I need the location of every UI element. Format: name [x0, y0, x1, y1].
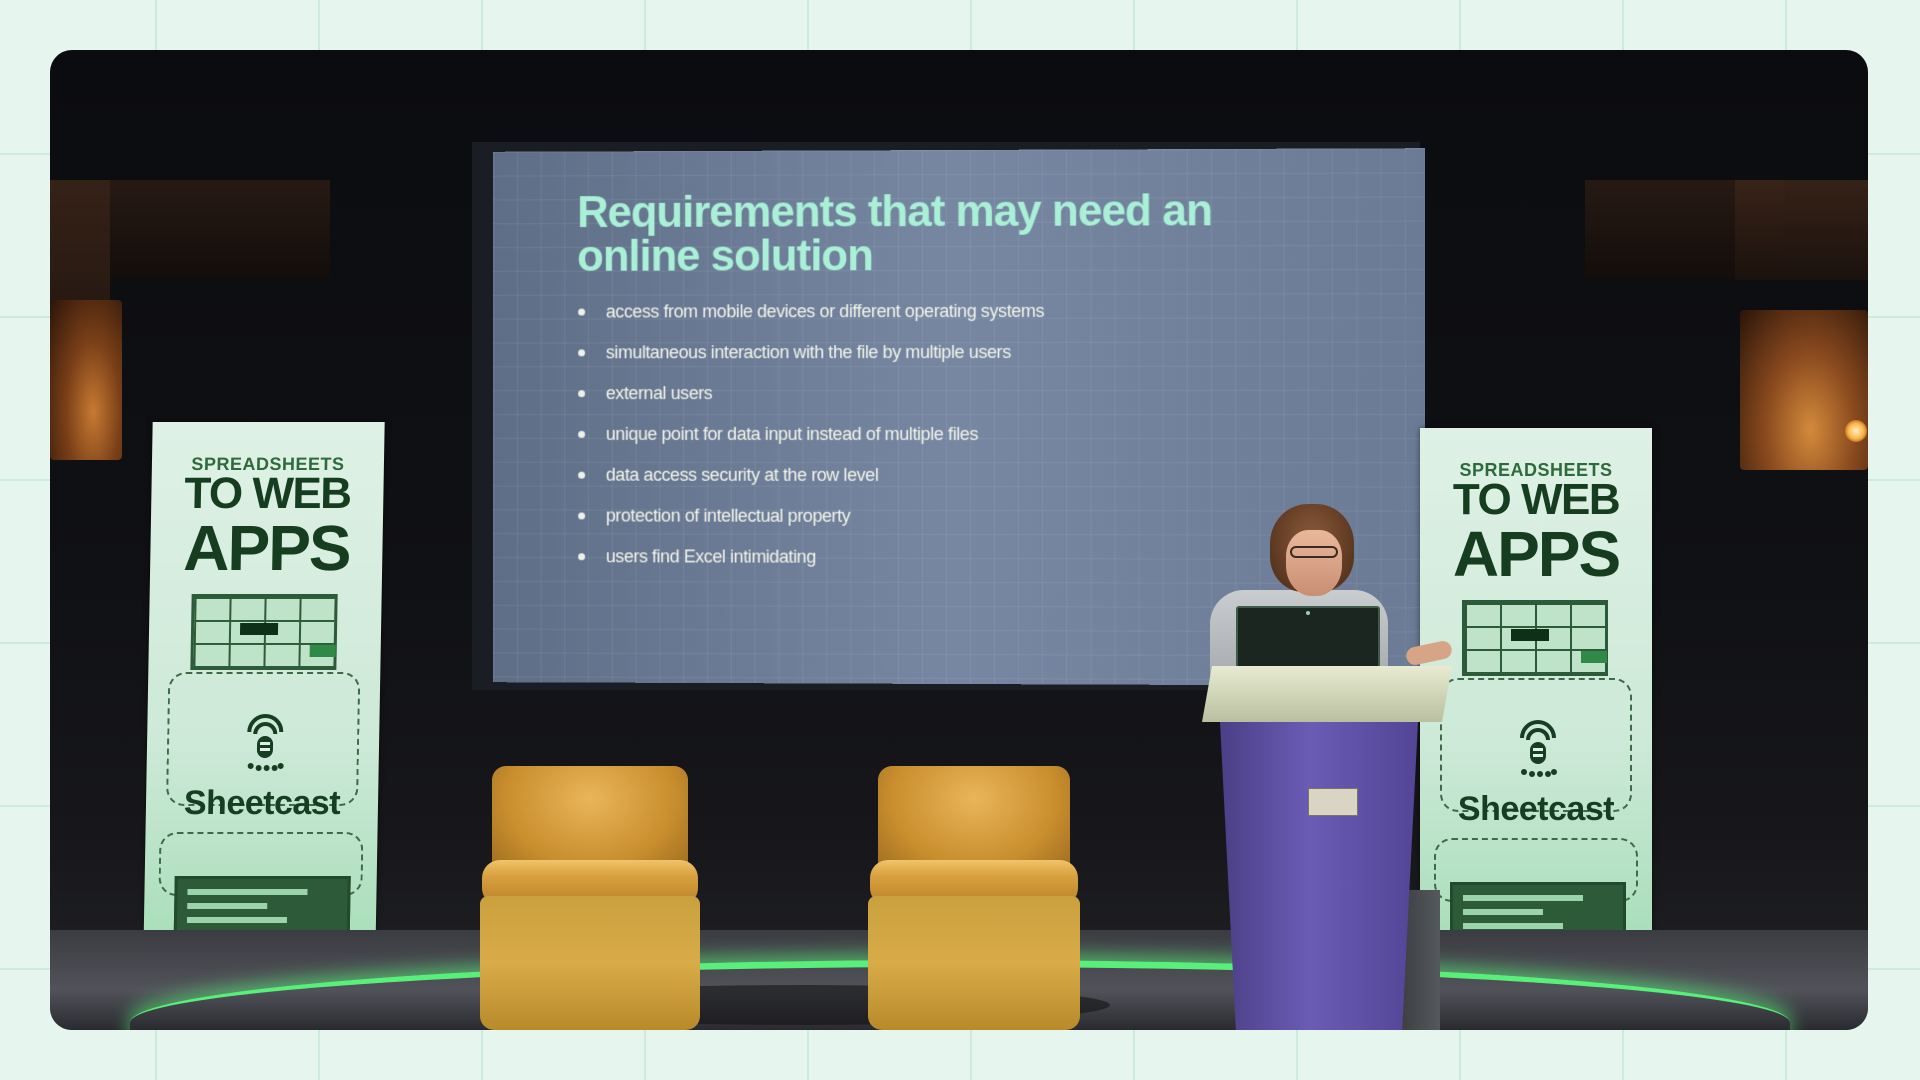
bullet-dot-icon — [578, 471, 586, 479]
podium-nameplate — [1308, 788, 1358, 816]
conference-photo: Requirements that may need an online sol… — [50, 50, 1868, 1030]
highlighted-cell — [309, 645, 336, 657]
slide-bullet: protection of intellectual property — [578, 505, 1044, 547]
bullet-dot-icon — [578, 553, 586, 561]
screen-row — [1463, 909, 1543, 915]
bullet-dot-icon — [578, 390, 586, 398]
bullet-dot-icon — [578, 512, 586, 520]
slide-bullet: data access security at the row level — [578, 464, 1044, 505]
roll-up-banner-left: SPREADSHEETS TO WEB APPS Sheetcast — [143, 422, 385, 964]
laptop-logo-icon — [1306, 611, 1310, 615]
banner-line-3: APPS — [1452, 518, 1621, 590]
banner-brand: Sheetcast — [183, 784, 341, 822]
wall-lamp-right — [1740, 310, 1868, 470]
slide-bullet: users find Excel intimidating — [578, 545, 1044, 587]
armchair-left — [480, 766, 700, 1030]
roll-up-banner-right: SPREADSHEETS TO WEB APPS Sheetcast — [1420, 428, 1652, 970]
highlighted-cell — [239, 623, 279, 635]
slide-bullet: unique point for data input instead of m… — [578, 423, 1044, 464]
spreadsheet-grid-icon — [1462, 600, 1608, 676]
podium — [1220, 722, 1418, 1030]
wall-panel — [1735, 180, 1868, 280]
bullet-dot-icon — [578, 308, 586, 316]
screen-row — [1463, 895, 1583, 901]
bullet-dot-icon — [578, 349, 586, 357]
screen-row — [1463, 923, 1563, 929]
wall-lamp-left — [50, 300, 122, 460]
banner-line-2: TO WEB — [1452, 475, 1621, 524]
chair-base — [868, 896, 1080, 1030]
slide-title: Requirements that may need an online sol… — [577, 186, 1212, 281]
laptop — [1236, 606, 1380, 674]
bullet-dot-icon — [578, 430, 586, 438]
slide-bullet: access from mobile devices or different … — [578, 300, 1044, 342]
highlighted-cell — [1511, 629, 1549, 641]
podium-top — [1202, 666, 1452, 722]
banner-brand: Sheetcast — [1457, 790, 1615, 828]
banner-line-2: TO WEB — [183, 469, 351, 518]
highlighted-cell — [1581, 651, 1607, 663]
armchair-right — [868, 766, 1080, 1030]
slide-bullet-list: access from mobile devices or different … — [578, 300, 1044, 587]
screen-row — [186, 917, 288, 923]
chair-base — [480, 896, 700, 1030]
slide-bullet: simultaneous interaction with the file b… — [578, 341, 1044, 382]
podcast-microphone-icon — [247, 714, 284, 771]
spotlight — [1845, 420, 1867, 442]
presenter-face — [1286, 530, 1342, 596]
banner-line-3: APPS — [182, 512, 351, 584]
screen-row — [187, 889, 308, 895]
slide-bullet: external users — [578, 382, 1044, 423]
glasses-icon — [1290, 546, 1338, 558]
screen-row — [187, 903, 268, 909]
podcast-microphone-icon — [1520, 720, 1557, 777]
spreadsheet-grid-icon — [190, 594, 338, 670]
wall-panel — [110, 180, 330, 280]
